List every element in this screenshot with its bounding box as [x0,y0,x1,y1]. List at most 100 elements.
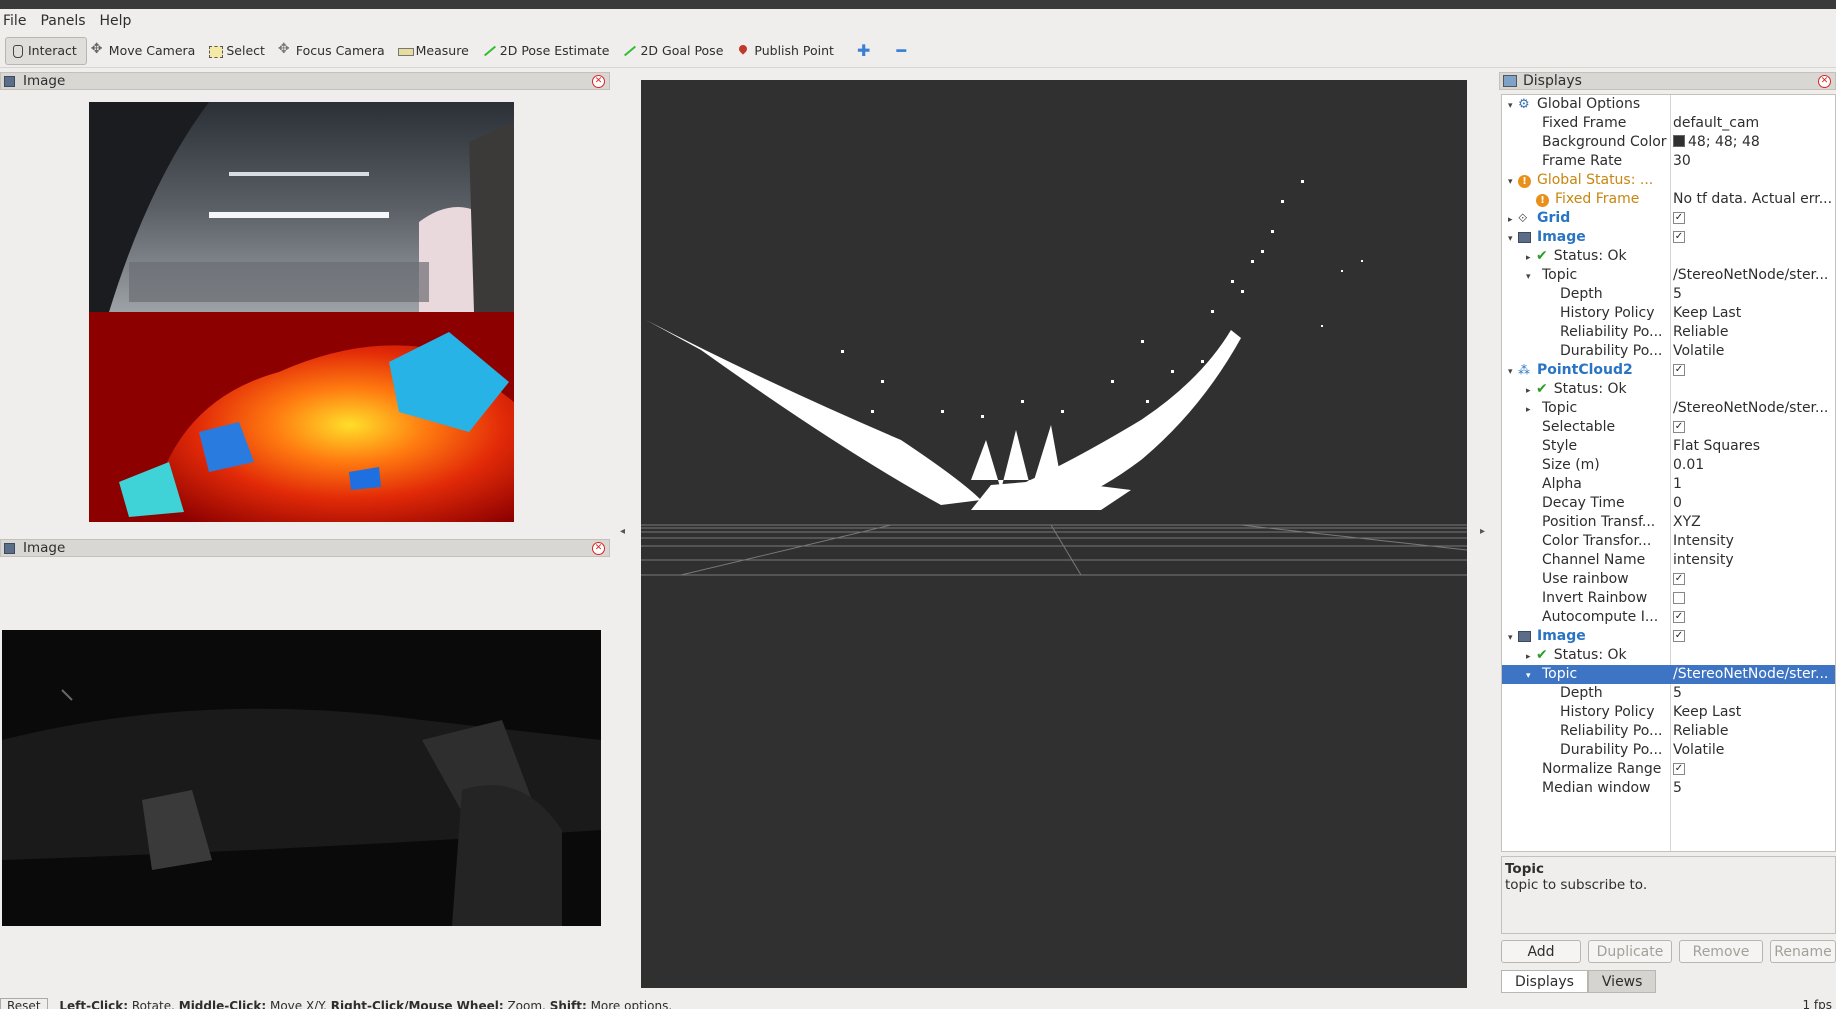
reset-button[interactable]: Reset [0,998,48,1009]
focus-camera-tool-button[interactable]: Focus Camera [274,37,394,65]
tree-row-value[interactable]: 30 [1673,153,1835,169]
tree-row[interactable]: ▸ ⟐ Grid ✓ [1502,209,1835,228]
tree-row[interactable]: Position Transf... XYZ [1502,513,1835,532]
tree-row[interactable]: Durability Po... Volatile [1502,342,1835,361]
tree-row-value[interactable]: ✓ [1673,761,1835,777]
expand-down-icon[interactable]: ▾ [1508,234,1518,244]
interact-tool-button[interactable]: Interact [5,36,87,65]
tree-row-value[interactable]: Flat Squares [1673,438,1835,454]
tree-row-value[interactable]: default_cam [1673,115,1835,131]
checkbox[interactable]: ✓ [1673,630,1685,642]
tree-row[interactable]: Invert Rainbow [1502,589,1835,608]
pose-estimate-tool-button[interactable]: 2D Pose Estimate [478,37,619,65]
checkbox[interactable]: ✓ [1673,231,1685,243]
tree-row-value[interactable]: 1 [1673,476,1835,492]
tab-views[interactable]: Views [1587,970,1657,993]
render-3d-view[interactable] [641,80,1468,988]
tree-row[interactable]: ▾ Topic/StereoNetNode/ster... [1502,665,1835,684]
duplicate-button[interactable]: Duplicate [1588,940,1672,963]
tree-row-value[interactable]: ✓ [1673,571,1835,587]
tree-row[interactable]: ▾ Image ✓ [1502,228,1835,247]
tree-row-value[interactable]: 0 [1673,495,1835,511]
menu-panels[interactable]: Panels [40,13,85,29]
tab-displays[interactable]: Displays [1501,970,1588,993]
tree-row-value[interactable]: Reliable [1673,324,1835,340]
tree-row-value[interactable]: ✓ [1673,229,1835,245]
tree-row[interactable]: Decay Time 0 [1502,494,1835,513]
close-icon[interactable]: ✕ [592,542,605,555]
tree-row[interactable]: ▾ Topic/StereoNetNode/ster... [1502,266,1835,285]
tree-row[interactable]: Size (m) 0.01 [1502,456,1835,475]
displays-tree[interactable]: ▾ ⚙ Global Options Fixed Frame default_cam Ba… [1501,94,1836,852]
tree-row-value[interactable]: /StereoNetNode/ster... [1673,400,1835,416]
tree-row-value[interactable]: Intensity [1673,533,1835,549]
tree-row-value[interactable]: ✓ [1673,362,1835,378]
expand-down-icon[interactable]: ▾ [1508,633,1518,643]
tree-row[interactable]: Depth 5 [1502,684,1835,703]
tree-row[interactable]: Use rainbow ✓ [1502,570,1835,589]
remove-button[interactable]: Remove [1679,940,1763,963]
collapse-left-icon[interactable]: ◂ [620,526,625,537]
tree-row[interactable]: ▸ ✔ Status: Ok [1502,247,1835,266]
expand-right-icon[interactable]: ▸ [1526,405,1536,415]
tree-row-value[interactable] [1673,590,1835,606]
tree-row[interactable]: ▾ ⁂ PointCloud2 ✓ [1502,361,1835,380]
minus-icon[interactable]: ━ [884,41,918,60]
tree-row-value[interactable]: 5 [1673,780,1835,796]
tree-row[interactable]: ▸ ✔ Status: Ok [1502,380,1835,399]
tree-row[interactable]: Style Flat Squares [1502,437,1835,456]
tree-row[interactable]: History Policy Keep Last [1502,703,1835,722]
collapse-right-icon[interactable]: ▸ [1480,526,1485,537]
tree-row-value[interactable]: Volatile [1673,742,1835,758]
tree-row[interactable]: Fixed Frame default_cam [1502,114,1835,133]
tree-row-value[interactable]: ✓ [1673,609,1835,625]
measure-tool-button[interactable]: Measure [394,37,478,65]
tree-row-value[interactable]: ✓ [1673,419,1835,435]
checkbox[interactable]: ✓ [1673,364,1685,376]
select-tool-button[interactable]: Select [204,37,274,65]
expand-down-icon[interactable]: ▾ [1508,101,1518,111]
tree-row-value[interactable]: 48; 48; 48 [1673,134,1835,150]
expand-down-icon[interactable]: ▾ [1508,367,1518,377]
checkbox[interactable]: ✓ [1673,611,1685,623]
tree-row-value[interactable]: XYZ [1673,514,1835,530]
plus-icon[interactable]: ✚ [843,41,884,60]
tree-row[interactable]: Selectable ✓ [1502,418,1835,437]
tree-row[interactable]: Frame Rate 30 [1502,152,1835,171]
add-button[interactable]: Add [1501,940,1581,963]
rename-button[interactable]: Rename [1770,940,1836,963]
tree-row[interactable]: ▸ ✔ Status: Ok [1502,646,1835,665]
tree-row[interactable]: Background Color 48; 48; 48 [1502,133,1835,152]
checkbox[interactable]: ✓ [1673,212,1685,224]
checkbox[interactable]: ✓ [1673,421,1685,433]
tree-row-value[interactable]: /StereoNetNode/ster... [1673,267,1835,283]
checkbox[interactable]: ✓ [1673,573,1685,585]
expand-right-icon[interactable]: ▸ [1526,253,1536,263]
tree-row[interactable]: Channel Name intensity [1502,551,1835,570]
tree-row[interactable]: ▾ ⚙ Global Options [1502,95,1835,114]
menu-help[interactable]: Help [100,13,132,29]
tree-row[interactable]: ▸ Topic/StereoNetNode/ster... [1502,399,1835,418]
expand-right-icon[interactable]: ▸ [1508,215,1518,225]
tree-row[interactable]: Depth 5 [1502,285,1835,304]
tree-row[interactable]: ▾! Global Status: ... [1502,171,1835,190]
tree-row[interactable]: Autocompute I... ✓ [1502,608,1835,627]
tree-row[interactable]: Durability Po... Volatile [1502,741,1835,760]
menu-file[interactable]: File [3,13,26,29]
checkbox[interactable] [1673,592,1685,604]
move-camera-tool-button[interactable]: Move Camera [87,37,205,65]
tree-row-value[interactable]: Reliable [1673,723,1835,739]
tree-row-value[interactable]: Volatile [1673,343,1835,359]
color-swatch[interactable] [1673,135,1685,147]
tree-row-value[interactable]: /StereoNetNode/ster... [1673,666,1835,682]
close-icon[interactable]: ✕ [592,75,605,88]
tree-row[interactable]: ! Fixed Frame No tf data. Actual err... [1502,190,1835,209]
tree-row[interactable]: Normalize Range ✓ [1502,760,1835,779]
expand-right-icon[interactable]: ▸ [1526,652,1536,662]
tree-row[interactable]: Reliability Po... Reliable [1502,722,1835,741]
tree-row-value[interactable]: Keep Last [1673,704,1835,720]
tree-row[interactable]: Color Transfor... Intensity [1502,532,1835,551]
checkbox[interactable]: ✓ [1673,763,1685,775]
tree-row-value[interactable]: ✓ [1673,210,1835,226]
tree-row-value[interactable]: Keep Last [1673,305,1835,321]
